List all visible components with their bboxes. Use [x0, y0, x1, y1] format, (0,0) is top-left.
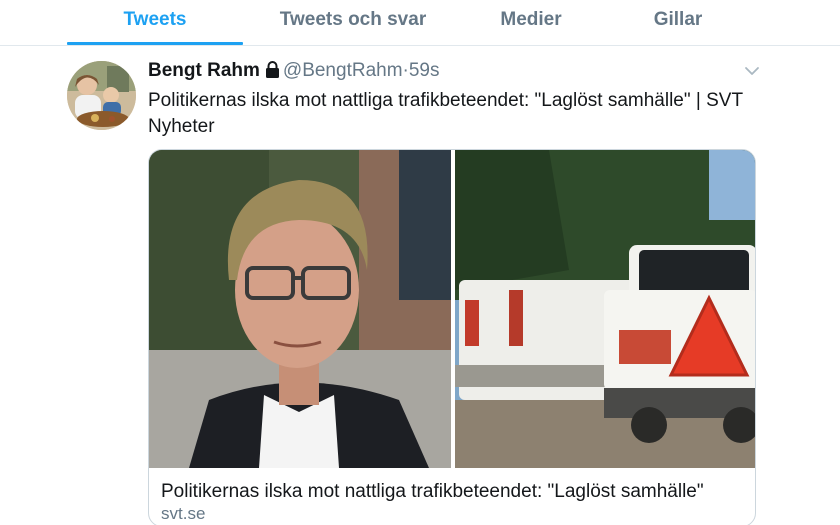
- tweet[interactable]: Bengt Rahm @BengtRahm·59s Politikernas il…: [0, 46, 840, 525]
- tab-tweets-label: Tweets: [123, 9, 187, 30]
- avatar[interactable]: [67, 61, 136, 130]
- tweet-header: Bengt Rahm @BengtRahm·59s: [148, 60, 440, 84]
- profile-tabs: Tweets Tweets och svar Medier Gillar: [0, 0, 840, 46]
- link-card[interactable]: Politikernas ilska mot nattliga trafikbe…: [148, 149, 756, 525]
- display-name[interactable]: Bengt Rahm: [148, 60, 260, 81]
- tab-media-label: Medier: [500, 9, 562, 30]
- active-tab-indicator: [67, 42, 243, 45]
- card-title: Politikernas ilska mot nattliga trafikbe…: [161, 481, 704, 502]
- user-handle[interactable]: @BengtRahm: [283, 60, 403, 81]
- lock-icon: [265, 61, 280, 84]
- chevron-down-icon[interactable]: [744, 64, 760, 76]
- card-domain: svt.se: [161, 504, 206, 523]
- card-image: [149, 150, 755, 468]
- tab-tweets-and-replies[interactable]: Tweets och svar: [268, 0, 438, 45]
- tab-tweets[interactable]: Tweets: [67, 0, 243, 45]
- tab-likes-label: Gillar: [653, 9, 703, 30]
- tab-likes[interactable]: Gillar: [640, 0, 716, 45]
- tweet-text: Politikernas ilska mot nattliga trafikbe…: [148, 90, 743, 137]
- tab-tweets-and-replies-label: Tweets och svar: [279, 9, 427, 30]
- tweet-timestamp[interactable]: 59s: [409, 60, 440, 81]
- tab-media[interactable]: Medier: [488, 0, 574, 45]
